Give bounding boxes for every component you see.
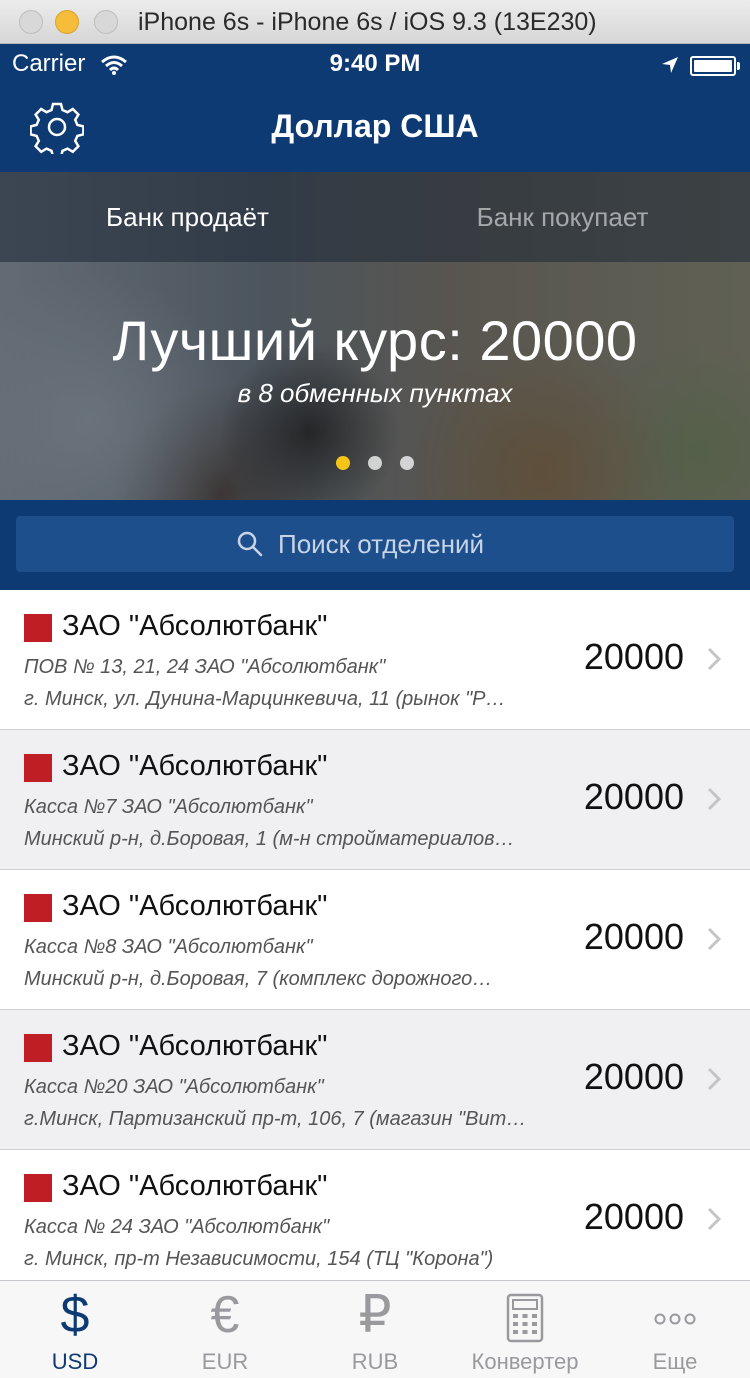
window-close-button[interactable] [19,10,43,34]
exchange-rate: 20000 [583,916,684,957]
calculator-icon [506,1293,544,1343]
branch-address: Минский р-н, д.Боровая, 1 (м-н строймате… [24,828,515,850]
tab-eur[interactable]: € EUR [150,1281,300,1378]
tab-bank-sells[interactable]: Банк продаёт [0,202,375,233]
list-item[interactable]: ЗАО "Абсолютбанк" Касса №20 ЗАО "Абсолют… [0,1010,750,1150]
page-control[interactable] [0,456,750,470]
location-arrow-icon [662,57,678,73]
bank-name: ЗАО "Абсолютбанк" [62,890,328,922]
dollar-icon: $ [60,1286,90,1344]
tab-more[interactable]: Еще [600,1281,750,1378]
list-item[interactable]: ЗАО "Абсолютбанк" Касса № 24 ЗАО "Абсолю… [0,1150,750,1280]
best-rate-label: Лучший курс: 20000 [112,309,638,372]
list-item[interactable]: ЗАО "Абсолютбанк" ПОВ № 13, 21, 24 ЗАО "… [0,590,750,730]
tab-converter[interactable]: Конвертер [450,1281,600,1378]
bank-name: ЗАО "Абсолютбанк" [62,1030,328,1062]
chevron-right-icon [707,1067,722,1091]
tab-rub[interactable]: ₽ RUB [300,1281,450,1378]
status-time: 9:40 PM [329,50,421,77]
list-item[interactable]: ЗАО "Абсолютбанк" Касса №8 ЗАО "Абсолютб… [0,870,750,1010]
branch-name: Касса №20 ЗАО "Абсолютбанк" [24,1076,324,1098]
page-dot-3[interactable] [400,456,414,470]
tab-label: EUR [201,1349,249,1374]
tab-label: Еще [652,1349,698,1374]
more-icon [654,1313,696,1325]
chevron-right-icon [707,647,722,671]
exchange-points-count: в 8 обменных пунктах [237,378,513,408]
search-icon [237,531,263,557]
battery-icon [690,56,740,76]
window-title: iPhone 6s - iPhone 6s / iOS 9.3 (13E230) [138,8,597,36]
chevron-right-icon [707,1207,722,1231]
tab-label: USD [51,1349,99,1374]
page-dot-2[interactable] [368,456,382,470]
branch-address: г. Минск, ул. Дунина-Марцинкевича, 11 (р… [24,688,506,710]
bank-logo-icon [24,614,52,642]
bank-name: ЗАО "Абсолютбанк" [62,750,328,782]
tab-label: RUB [351,1349,399,1374]
branch-address: г. Минск, пр-т Независимости, 154 (ТЦ "К… [24,1248,494,1270]
search-bar [0,500,750,590]
bank-logo-icon [24,754,52,782]
window-zoom-button[interactable] [94,10,118,34]
simulator-title-bar: iPhone 6s - iPhone 6s / iOS 9.3 (13E230) [0,0,750,44]
branch-address: Минский р-н, д.Боровая, 7 (комплекс доро… [24,968,493,990]
search-input[interactable] [278,526,678,562]
rate-type-segmented-control: Банк продаёт Банк покупает [0,172,750,262]
page-title: Доллар США [271,108,479,144]
chevron-right-icon [707,927,722,951]
ruble-icon: ₽ [358,1286,392,1344]
chevron-right-icon [707,787,722,811]
navigation-bar: Доллар США [0,86,750,172]
tab-usd[interactable]: $ USD [0,1281,150,1378]
status-bar: Carrier 9:40 PM [0,44,750,86]
bank-name: ЗАО "Абсолютбанк" [62,610,328,642]
branch-list: ЗАО "Абсолютбанк" ПОВ № 13, 21, 24 ЗАО "… [0,590,750,1280]
branch-address: г.Минск, Партизанский пр-т, 106, 7 (мага… [24,1108,527,1130]
branch-name: ПОВ № 13, 21, 24 ЗАО "Абсолютбанк" [24,656,386,678]
exchange-rate: 20000 [583,636,684,677]
exchange-rate: 20000 [583,776,684,817]
tab-bank-buys[interactable]: Банк покупает [375,202,750,233]
exchange-rate: 20000 [583,1196,684,1237]
list-item[interactable]: ЗАО "Абсолютбанк" Касса №7 ЗАО "Абсолютб… [0,730,750,870]
bank-logo-icon [24,1034,52,1062]
search-field[interactable] [16,516,734,572]
branch-name: Касса №8 ЗАО "Абсолютбанк" [24,936,313,958]
bank-logo-icon [24,1174,52,1202]
euro-icon: € [210,1286,240,1344]
window-minimize-button[interactable] [55,10,79,34]
branch-name: Касса № 24 ЗАО "Абсолютбанк" [24,1216,330,1238]
best-rate-banner[interactable]: Банк продаёт Банк покупает Лучший курс: … [0,172,750,500]
bank-logo-icon [24,894,52,922]
tab-bar: $ USD € EUR ₽ RUB Конвертер Еще [0,1280,750,1378]
page-dot-1[interactable] [336,456,350,470]
branch-name: Касса №7 ЗАО "Абсолютбанк" [24,796,313,818]
tab-label: Конвертер [471,1349,579,1374]
exchange-rate: 20000 [583,1056,684,1097]
bank-name: ЗАО "Абсолютбанк" [62,1170,328,1202]
